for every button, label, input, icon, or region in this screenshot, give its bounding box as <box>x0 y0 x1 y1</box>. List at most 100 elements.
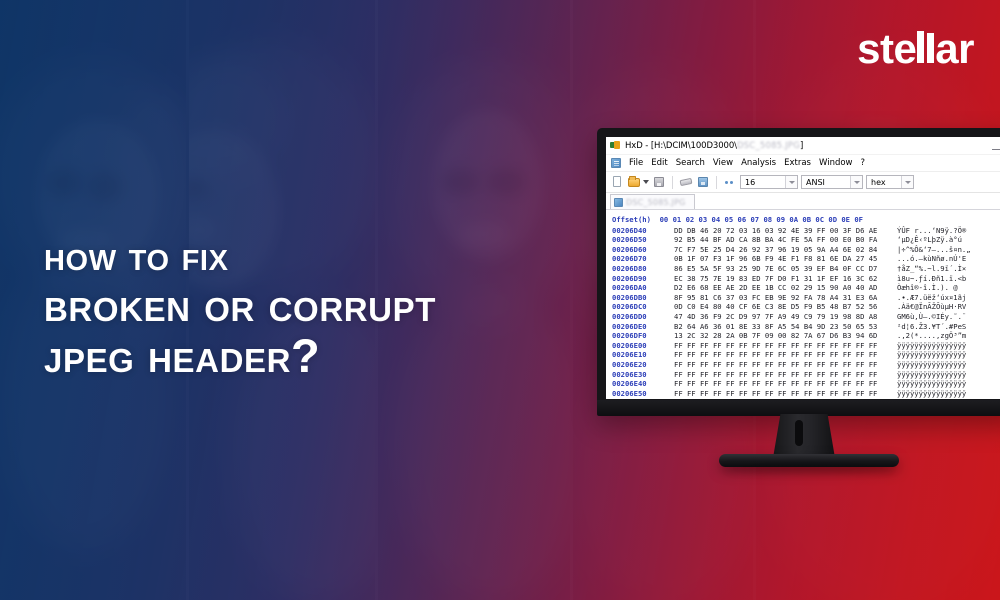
hex-row-bytes[interactable]: B2 64 A6 36 01 8E 33 8F A5 54 B4 9D 23 5… <box>674 322 897 332</box>
window-icon[interactable] <box>696 175 710 189</box>
headline-line-2: Broken or Corrupt <box>44 277 436 331</box>
hex-row-offset: 00206DC0 <box>612 302 647 312</box>
open-file-dropdown-icon[interactable] <box>643 180 649 184</box>
menu-item-window[interactable]: Window <box>819 158 853 168</box>
hex-row-bytes[interactable]: FF FF FF FF FF FF FF FF FF FF FF FF FF F… <box>674 341 897 351</box>
hex-row-ascii[interactable]: ²d¦6.Ž3.¥T´.#PeS <box>897 322 1000 332</box>
document-icon <box>611 158 621 168</box>
hex-row[interactable]: 00206E10 FF FF FF FF FF FF FF FF FF FF FF… <box>612 350 1000 360</box>
logo-text-after: ar <box>935 25 974 72</box>
eraser-icon[interactable] <box>679 175 693 189</box>
hex-row-offset: 00206E30 <box>612 369 647 379</box>
hex-row-offset: 00206D40 <box>612 225 647 235</box>
hex-row-bytes[interactable]: 7C F7 5E 25 D4 26 92 37 96 19 05 9A A4 6… <box>674 245 897 255</box>
hex-row-ascii[interactable]: ...ó.–kùNñø.nÚ'E <box>897 254 1000 264</box>
chevron-down-icon[interactable] <box>785 176 797 188</box>
hex-dump-view[interactable]: Offset(h) 00 01 02 03 04 05 06 07 08 09 … <box>606 210 1000 399</box>
hex-row[interactable]: 00206D70 0B 1F 07 F3 1F 96 6B F9 4E F1 F8… <box>612 254 1000 264</box>
menu-item-file[interactable]: File <box>629 158 643 168</box>
minimize-button[interactable] <box>986 139 1000 153</box>
chevron-down-icon[interactable] <box>901 176 913 188</box>
hex-row[interactable]: 00206E50 FF FF FF FF FF FF FF FF FF FF FF… <box>612 389 1000 399</box>
hex-row[interactable]: 00206D50 92 B5 44 BF AD CA 8B BA 4C FE 5A… <box>612 235 1000 245</box>
toolbar-separator-2 <box>716 175 717 189</box>
hex-row-offset: 00206E40 <box>612 379 647 389</box>
hex-row-bytes[interactable]: FF FF FF FF FF FF FF FF FF FF FF FF FF F… <box>674 389 897 399</box>
hex-row-ascii[interactable]: ÿÿÿÿÿÿÿÿÿÿÿÿÿÿÿÿ <box>897 360 1000 370</box>
window-title-prefix: HxD - [H:\DCIM\100D3000\ <box>625 140 737 151</box>
offset-base-select[interactable]: hex <box>866 175 914 189</box>
menu-item-search[interactable]: Search <box>676 158 705 168</box>
menu-item-help[interactable]: ? <box>861 158 866 168</box>
hex-row[interactable]: 00206E20 FF FF FF FF FF FF FF FF FF FF FF… <box>612 360 1000 370</box>
hex-row-ascii[interactable]: ÿÿÿÿÿÿÿÿÿÿÿÿÿÿÿÿ <box>897 389 1000 399</box>
menu-item-edit[interactable]: Edit <box>651 158 667 168</box>
hex-row-ascii[interactable]: ÿÿÿÿÿÿÿÿÿÿÿÿÿÿÿÿ <box>897 370 1000 380</box>
hex-row-bytes[interactable]: FF FF FF FF FF FF FF FF FF FF FF FF FF F… <box>674 379 897 389</box>
hex-row-ascii[interactable]: ÝÛF r...‘N9ÿ.?Ö® <box>897 226 1000 236</box>
save-file-icon[interactable] <box>652 175 666 189</box>
encoding-value: ANSI <box>806 177 825 187</box>
hex-row-bytes[interactable]: FF FF FF FF FF FF FF FF FF FF FF FF FF F… <box>674 360 897 370</box>
hex-row-bytes[interactable]: DD DB 46 20 72 03 16 03 92 4E 39 FF 00 3… <box>674 226 897 236</box>
hex-row-ascii[interactable]: GM6ù,Ù—.©IÉy.˜.¨ <box>897 312 1000 322</box>
hex-row-ascii[interactable]: .•.Æ7.üëž‘úx¤1ãj <box>897 293 1000 303</box>
hex-row[interactable]: 00206D80 86 E5 5A 5F 93 25 9D 7E 6C 05 39… <box>612 264 1000 274</box>
document-icon <box>614 197 623 207</box>
hex-row-bytes[interactable]: FF FF FF FF FF FF FF FF FF FF FF FF FF F… <box>674 370 897 380</box>
hex-row-ascii[interactable]: ÿÿÿÿÿÿÿÿÿÿÿÿÿÿÿÿ <box>897 379 1000 389</box>
hex-row-bytes[interactable]: 13 2C 32 28 2A 0B 7F 09 00 82 7A 67 D6 B… <box>674 331 897 341</box>
hex-row[interactable]: 00206DB0 8F 95 81 C6 37 03 FC EB 9E 92 FA… <box>612 293 1000 303</box>
hex-row-bytes[interactable]: 0B 1F 07 F3 1F 96 6B F9 4E F1 F8 81 6E D… <box>674 254 897 264</box>
hex-row-ascii[interactable]: ÿÿÿÿÿÿÿÿÿÿÿÿÿÿÿÿ <box>897 398 1000 399</box>
hex-row[interactable]: 00206E60FF FF FF FF FF FF FF FF FF FF FF… <box>612 398 1000 399</box>
hex-row[interactable]: 00206DD0 47 4D 36 F9 2C D9 97 7F A9 49 C9… <box>612 312 1000 322</box>
stellar-logo[interactable]: ste ar <box>857 26 974 72</box>
hex-row-ascii[interactable]: ÿÿÿÿÿÿÿÿÿÿÿÿÿÿÿÿ <box>897 350 1000 360</box>
hex-row-offset: 00206D90 <box>612 273 647 283</box>
menu-item-analysis[interactable]: Analysis <box>741 158 776 168</box>
menu-item-extras[interactable]: Extras <box>784 158 811 168</box>
hex-row[interactable]: 00206D90 EC 38 75 7E 19 83 ED 7F D0 F1 31… <box>612 274 1000 284</box>
bytes-per-row-select[interactable]: 16 <box>740 175 798 189</box>
logo-ll-bars <box>917 31 935 63</box>
hex-row-ascii[interactable]: |÷^%Ô&‘7–...š¤n.„ <box>897 245 1000 255</box>
hex-row-ascii[interactable]: ‘µD¿­Ê‹ºLþZÿ.à°ú <box>897 235 1000 245</box>
hex-row-ascii[interactable]: .,2(*....‚zgÖ³”m <box>897 331 1000 341</box>
logo-bar-left <box>917 31 925 63</box>
hex-row[interactable]: 00206D40 DD DB 46 20 72 03 16 03 92 4E 39… <box>612 226 1000 236</box>
hex-row[interactable]: 00206E30 FF FF FF FF FF FF FF FF FF FF FF… <box>612 370 1000 380</box>
hex-row-ascii[interactable]: .Àä€@ÏnÃŽÕùµH·RV <box>897 302 1000 312</box>
hex-row-bytes[interactable]: 0D C0 E4 80 40 CF 6E C3 8E D5 F9 B5 48 B… <box>674 302 897 312</box>
monitor: HxD - [H:\DCIM\100D3000\DSC_5085.JPG] Fi… <box>597 128 1000 473</box>
hex-row-bytes[interactable]: FF FF FF FF FF FF FF FF FF FF FF FF FF F… <box>674 398 897 399</box>
menu-item-view[interactable]: View <box>713 158 733 168</box>
hex-row[interactable]: 00206DC0 0D C0 E4 80 40 CF 6E C3 8E D5 F9… <box>612 302 1000 312</box>
hex-row-offset: 00206D50 <box>612 235 647 245</box>
hex-row[interactable]: 00206DE0 B2 64 A6 36 01 8E 33 8F A5 54 B4… <box>612 322 1000 332</box>
logo-bar-right <box>927 33 935 63</box>
hex-row[interactable]: 00206DA0 D2 E6 68 EE AE 2D EE 1B CC 02 29… <box>612 283 1000 293</box>
logo-text-before: ste <box>857 25 917 72</box>
hex-row-ascii[interactable]: ì8u~.ƒí.Ðñ1.ï.<b <box>897 274 1000 284</box>
hex-row-bytes[interactable]: 86 E5 5A 5F 93 25 9D 7E 6C 05 39 EF B4 0… <box>674 264 897 274</box>
hex-row-bytes[interactable]: FF FF FF FF FF FF FF FF FF FF FF FF FF F… <box>674 350 897 360</box>
bytes-per-row-icon <box>723 175 737 189</box>
chevron-down-icon[interactable] <box>850 176 862 188</box>
hex-row[interactable]: 00206DF0 13 2C 32 28 2A 0B 7F 09 00 82 7A… <box>612 331 1000 341</box>
hex-row-bytes[interactable]: D2 E6 68 EE AE 2D EE 1B CC 02 29 15 90 A… <box>674 283 897 293</box>
new-file-icon[interactable] <box>610 175 624 189</box>
open-file-icon[interactable] <box>627 175 641 189</box>
hex-row-ascii[interactable]: Òæhî®-î.Ì.). @­ <box>897 283 1000 293</box>
hex-row[interactable]: 00206E00 FF FF FF FF FF FF FF FF FF FF FF… <box>612 341 1000 351</box>
hex-row[interactable]: 00206D60 7C F7 5E 25 D4 26 92 37 96 19 05… <box>612 245 1000 255</box>
document-tab[interactable]: DSC_5085.JPG <box>610 194 695 209</box>
hex-row-bytes[interactable]: 47 4D 36 F9 2C D9 97 7F A9 49 C9 79 19 9… <box>674 312 897 322</box>
hex-row-bytes[interactable]: EC 38 75 7E 19 83 ED 7F D0 F1 31 1F EF 1… <box>674 274 897 284</box>
hex-row[interactable]: 00206E40 FF FF FF FF FF FF FF FF FF FF FF… <box>612 379 1000 389</box>
hex-row-ascii[interactable]: ÿÿÿÿÿÿÿÿÿÿÿÿÿÿÿÿ <box>897 341 1000 351</box>
hex-row-bytes[interactable]: 8F 95 81 C6 37 03 FC EB 9E 92 FA 78 A4 3… <box>674 293 897 303</box>
hex-row-ascii[interactable]: †åZ_“%.~l.9ï´.Ì× <box>897 264 1000 274</box>
hex-row-bytes[interactable]: 92 B5 44 BF AD CA 8B BA 4C FE 5A FF 00 E… <box>674 235 897 245</box>
encoding-select[interactable]: ANSI <box>801 175 863 189</box>
